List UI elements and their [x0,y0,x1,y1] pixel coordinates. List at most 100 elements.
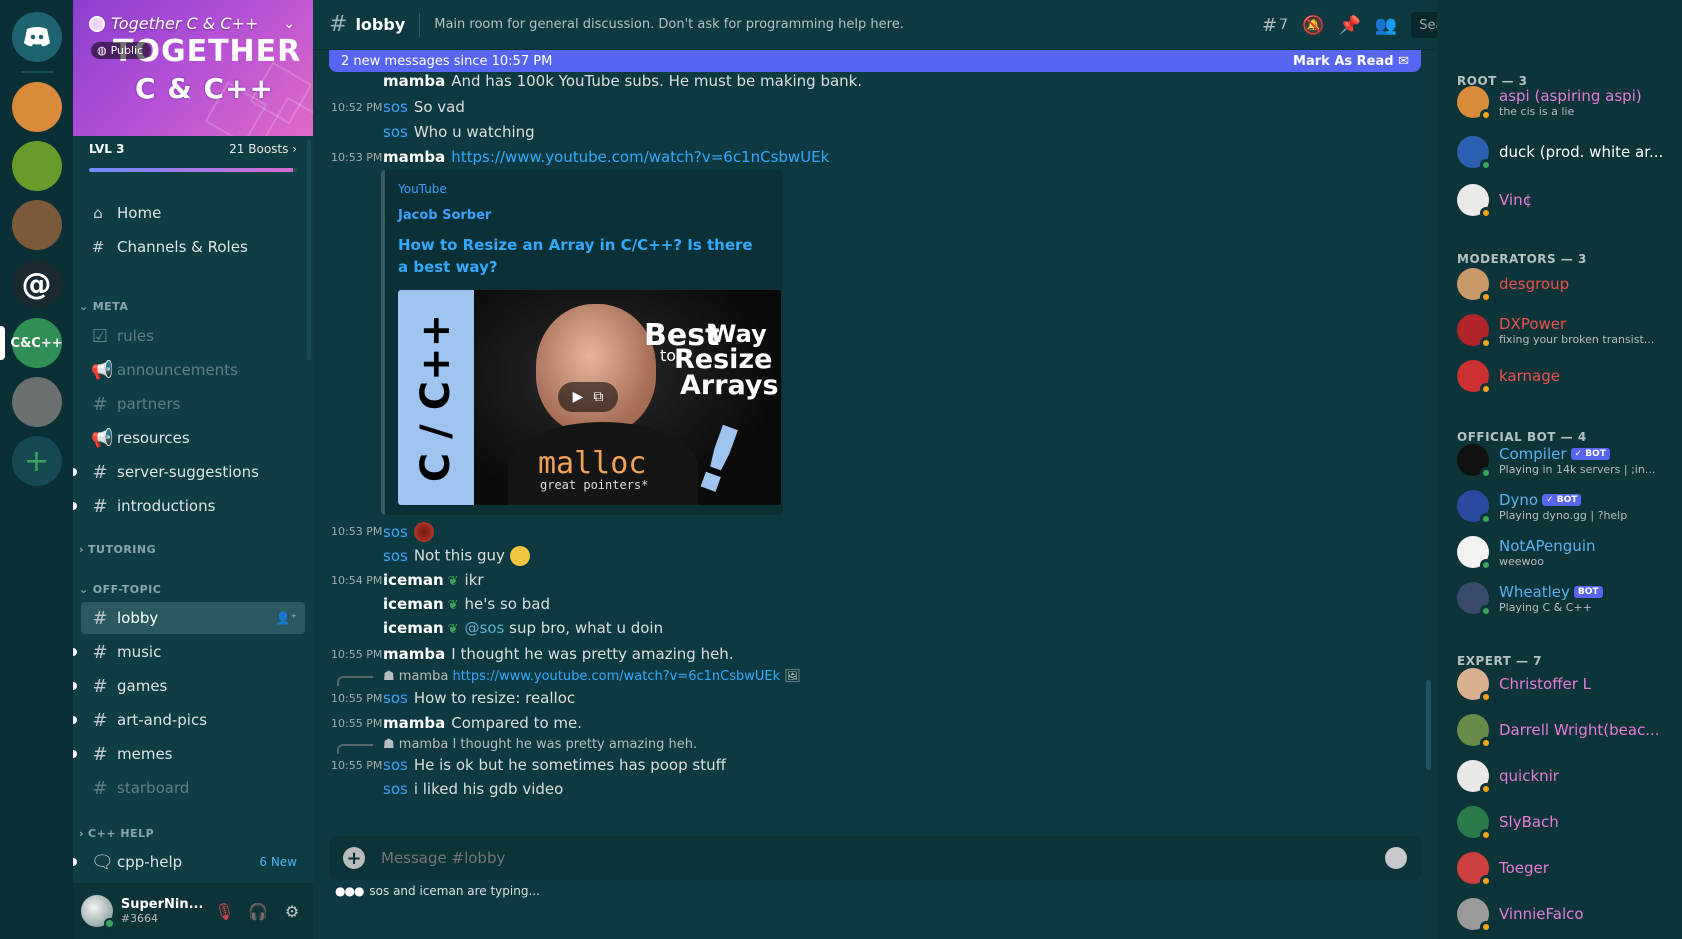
category-meta[interactable]: ⌄ META [79,300,128,313]
avatar[interactable] [1457,582,1492,617]
avatar[interactable] [1457,852,1492,887]
play-icon[interactable]: ▶ [573,389,584,405]
member-list-icon[interactable]: 👥 [1375,15,1397,36]
member-item[interactable]: VinnieFalco [1457,898,1667,933]
avatar[interactable] [1457,184,1492,219]
avatar[interactable] [1457,86,1492,121]
embed-author[interactable]: Jacob Sorber [398,208,491,223]
avatar[interactable] [1457,360,1492,395]
avatar[interactable] [1457,806,1492,841]
channel-rules[interactable]: ☑ rules [81,320,305,352]
channel-art-and-pics[interactable]: # art-and-pics [73,704,305,736]
member-item[interactable]: Vin¢ [1457,184,1667,219]
channel-introductions[interactable]: # introductions [73,490,305,522]
message-author[interactable]: sos [383,689,408,707]
avatar[interactable] [1457,136,1492,171]
message-author[interactable]: mamba [383,645,445,663]
discord-home-icon[interactable] [11,12,62,62]
message-author[interactable]: sos [383,780,408,798]
server-anime-icon[interactable] [11,82,62,132]
channel-topic[interactable]: Main room for general discussion. Don't … [434,17,904,32]
boost-level-row[interactable]: LVL 3 21 Boosts › [89,142,297,156]
avatar[interactable] [1457,268,1492,303]
attach-plus-icon[interactable]: + [343,847,365,869]
server-together-cpp-icon[interactable]: C&C++ [0,318,63,368]
category-tutoring[interactable]: › TUTORING [79,543,156,556]
avatar[interactable] [1457,760,1492,795]
channel-music[interactable]: # music [73,636,305,668]
laughing-emoji-icon[interactable] [509,546,530,566]
threads-icon[interactable]: #7 [1262,15,1288,36]
embed-title[interactable]: How to Resize an Array in C/C++? Is ther… [398,234,758,278]
member-item[interactable]: Toeger [1457,852,1667,887]
channel-cpp-help[interactable]: 🗨 cpp-help 6 New [73,846,305,878]
member-item[interactable]: Compiler ✓ BOT Playing in 14k servers | ;i… [1457,444,1667,479]
message-input[interactable] [381,849,1385,867]
message-author[interactable]: sos [383,98,408,116]
member-item[interactable]: quicknir [1457,760,1667,795]
channel-server-suggestions[interactable]: # server-suggestions [73,456,305,488]
channel-games[interactable]: # games [73,670,305,702]
reply-preview[interactable]: ☗ mamba https://www.youtube.com/watch?v=… [383,669,801,684]
avatar[interactable] [81,895,115,929]
nav-home[interactable]: ⌂ Home [89,204,161,222]
mute-microphone-icon[interactable]: 🎙 [211,898,237,924]
mark-as-read-button[interactable]: Mark As Read ✉ [1293,54,1409,69]
message-author[interactable]: sos [383,123,408,141]
message-author[interactable]: sos [383,547,408,565]
message-author[interactable]: iceman [383,619,444,637]
channel-memes[interactable]: # memes [73,738,305,770]
member-item[interactable]: aspi (aspiring aspi) the cis is a lie [1457,86,1667,121]
open-external-icon[interactable]: ⧉ [593,389,603,405]
message-author[interactable]: sos [383,523,408,541]
server-name[interactable]: Together C & C++ [89,14,258,33]
custom-emoji-icon[interactable] [413,522,434,542]
avatar[interactable] [1457,314,1492,349]
avatar[interactable] [1457,668,1492,703]
avatar[interactable] [1457,714,1492,749]
reply-preview[interactable]: ☗ mamba I thought he was pretty amazing … [383,737,697,752]
server-dune-buggy-icon[interactable] [11,377,62,427]
member-item[interactable]: desgroup [1457,268,1667,303]
member-item[interactable]: Darrell Wright(beac... [1457,714,1667,749]
video-controls[interactable]: ▶ ⧉ [558,382,618,412]
new-messages-bar[interactable]: 2 new messages since 10:57 PM Mark As Re… [329,50,1421,72]
emoji-picker-icon[interactable] [1385,847,1407,869]
gear-icon[interactable]: ⚙ [279,898,305,924]
message-author[interactable]: sos [383,756,408,774]
server-banner[interactable]: Together C & C++ ⌄ TOGETHER C & C++ ◍ Pub… [73,0,313,136]
pinned-messages-icon[interactable]: 📌 [1338,15,1360,36]
message-author[interactable]: mamba [383,148,445,166]
member-item[interactable]: SlyBach [1457,806,1667,841]
notification-muted-icon[interactable]: 🔕 [1302,15,1324,36]
invite-member-icon[interactable]: 👤⁺ [276,611,297,625]
message-link[interactable]: https://www.youtube.com/watch?v=6c1nCsbw… [451,148,829,166]
avatar[interactable] [1457,490,1492,525]
avatar[interactable] [1457,536,1492,571]
message-author[interactable]: iceman [383,571,444,589]
server-mascot-icon[interactable] [11,200,62,250]
add-server-icon[interactable]: + [11,436,62,486]
channel-announcements[interactable]: 📢 announcements [81,354,305,386]
member-item[interactable]: DXPower fixing your broken transist... [1457,314,1667,349]
member-item[interactable]: Christoffer L [1457,668,1667,703]
user-mention[interactable]: @sos [465,619,505,637]
avatar[interactable] [1457,444,1492,479]
message-author[interactable]: iceman [383,595,444,613]
server-at-icon[interactable]: @ [11,259,62,309]
channel-partners[interactable]: # partners [81,388,305,420]
member-item[interactable]: karnage [1457,360,1667,395]
category-cpp-help[interactable]: › C++ HELP [79,827,154,840]
channel-lobby[interactable]: # lobby 👤⁺ [81,602,305,634]
sidebar-scrollbar[interactable] [307,140,311,360]
member-item[interactable]: duck (prod. white ar... [1457,136,1667,171]
message-author[interactable]: mamba [383,714,445,732]
member-item[interactable]: Dyno ✓ BOT Playing dyno.gg | ?help [1457,490,1667,525]
avatar[interactable] [1457,898,1492,933]
nav-channels-roles[interactable]: # Channels & Roles [89,238,248,256]
server-green-gem-icon[interactable] [11,141,62,191]
channel-resources[interactable]: 📢 resources [81,422,305,454]
category-off-topic[interactable]: ⌄ OFF-TOPIC [79,583,161,596]
message-author[interactable]: mamba [383,72,445,90]
member-item[interactable]: NotAPenguin weewoo [1457,536,1667,571]
